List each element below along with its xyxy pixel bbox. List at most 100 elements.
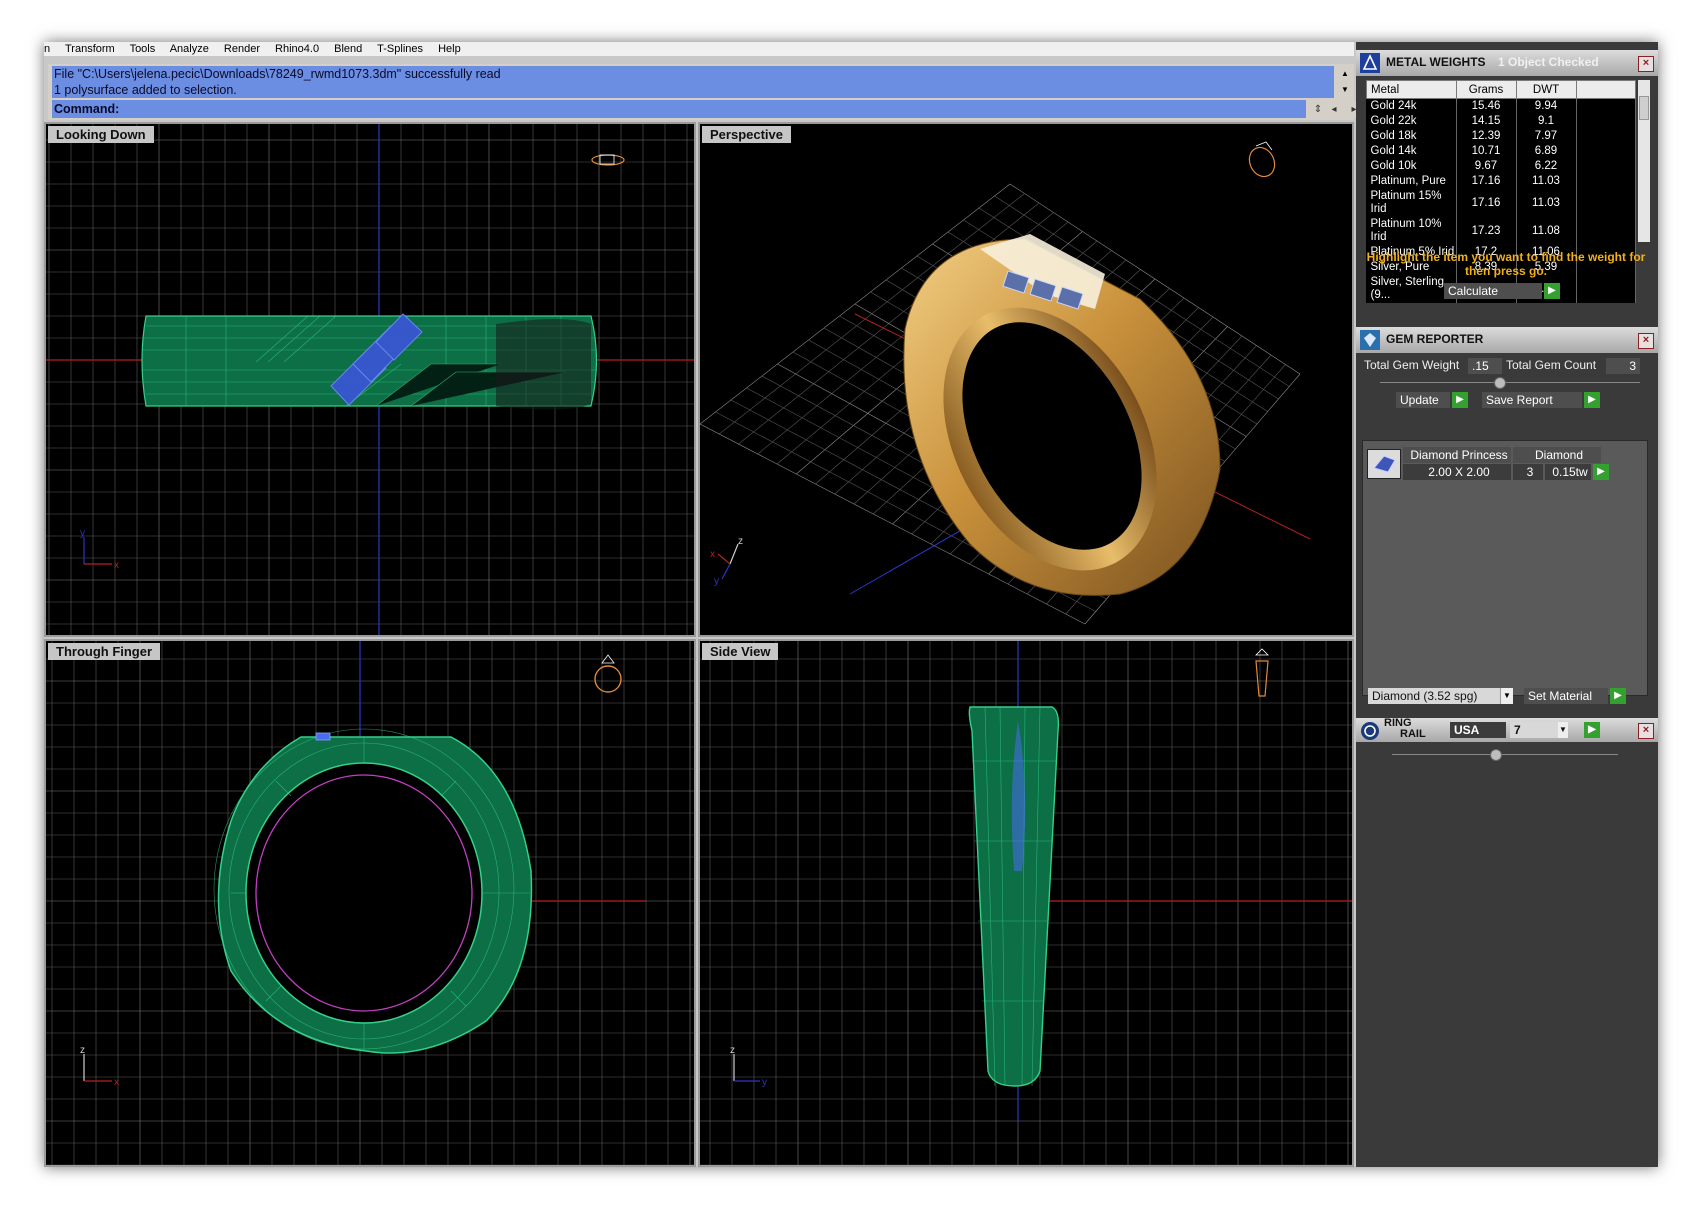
- viewport-side-view[interactable]: Side View z y: [698, 639, 1354, 1167]
- cell-blank: [1576, 189, 1636, 217]
- cell-blank: [1576, 174, 1636, 189]
- gem-reporter-icon: [1360, 330, 1380, 350]
- history-line: 1 polysurface added to selection.: [54, 83, 237, 97]
- command-input[interactable]: [128, 100, 1302, 120]
- scroll-left-icon[interactable]: ◂: [1326, 102, 1342, 118]
- gem-list: Diamond Princess Diamond 2.00 X 2.00 3 0…: [1362, 440, 1648, 696]
- viewport-canvas: z y: [700, 641, 1352, 1165]
- cell-grams: 14.15: [1456, 114, 1517, 129]
- viewport-through-finger[interactable]: Through Finger z x: [44, 639, 696, 1167]
- table-row[interactable]: Gold 10k 9.67 6.22: [1366, 159, 1636, 174]
- menu-item-rhino40[interactable]: Rhino4.0: [275, 43, 319, 55]
- column-header-metal[interactable]: Metal: [1366, 80, 1457, 99]
- cell-grams: 17.16: [1456, 174, 1517, 189]
- history-scrollbar[interactable]: ▲ ▼: [1338, 66, 1352, 98]
- viewport-canvas: z x y: [700, 141, 1311, 625]
- ring-thumbnail-icon: [591, 154, 625, 166]
- gem-go-button[interactable]: ▶: [1593, 464, 1609, 480]
- ring-rail-title: RING RAIL: [1384, 717, 1426, 740]
- close-icon[interactable]: ×: [1638, 56, 1654, 72]
- viewport-title[interactable]: Side View: [702, 643, 779, 660]
- viewport-title[interactable]: Through Finger: [48, 643, 161, 660]
- save-report-button[interactable]: Save Report: [1482, 392, 1582, 408]
- save-report-go-button[interactable]: ▶: [1584, 392, 1600, 408]
- set-material-button[interactable]: Set Material: [1524, 688, 1608, 704]
- table-row[interactable]: Gold 24k 15.46 9.94: [1366, 98, 1636, 114]
- ring-thumbnail-icon: [594, 654, 622, 693]
- cell-metal: Gold 10k: [1366, 159, 1457, 174]
- menu-item-tsplines[interactable]: T-Splines: [377, 43, 423, 55]
- close-icon[interactable]: ×: [1638, 333, 1654, 349]
- column-header-grams[interactable]: Grams: [1456, 80, 1517, 99]
- gem-thumbnail[interactable]: [1367, 449, 1401, 479]
- metal-weights-icon: [1360, 53, 1380, 73]
- update-button[interactable]: Update: [1396, 392, 1450, 408]
- cell-metal: Gold 24k: [1366, 98, 1457, 114]
- cell-metal: Platinum 10% Irid: [1366, 217, 1457, 245]
- metal-table-scrollbar[interactable]: [1638, 80, 1650, 242]
- calculate-select[interactable]: Calculate: [1444, 283, 1542, 299]
- table-row[interactable]: Gold 14k 10.71 6.89: [1366, 144, 1636, 159]
- cell-metal: Platinum 15% Irid: [1366, 189, 1457, 217]
- svg-text:y: y: [762, 1077, 767, 1088]
- viewport-title[interactable]: Looking Down: [48, 126, 154, 143]
- viewport-title[interactable]: Perspective: [702, 126, 791, 143]
- table-row[interactable]: Platinum, Pure 17.16 11.03: [1366, 174, 1636, 189]
- ring-top-wireframe: [141, 313, 598, 410]
- svg-text:z: z: [730, 1045, 735, 1056]
- ring-profile-wireframe: [213, 728, 533, 1054]
- cell-grams: 12.39: [1456, 129, 1517, 144]
- cell-dwt: 11.08: [1516, 217, 1577, 245]
- menu-item-tools[interactable]: Tools: [130, 43, 156, 55]
- cell-blank: [1576, 144, 1636, 159]
- menu-item-n[interactable]: n: [44, 43, 50, 55]
- ring-rail-icon: [1361, 722, 1379, 740]
- command-spinner[interactable]: ⇕: [1310, 102, 1326, 118]
- cell-dwt: 11.03: [1516, 174, 1577, 189]
- menu-item-transform[interactable]: Transform: [65, 43, 115, 55]
- chevron-down-icon[interactable]: ▼: [1558, 722, 1568, 738]
- cell-blank: [1576, 114, 1636, 129]
- chevron-down-icon[interactable]: ▼: [1500, 688, 1513, 704]
- menu-item-render[interactable]: Render: [224, 43, 260, 55]
- set-material-go-button[interactable]: ▶: [1610, 688, 1626, 704]
- calculate-go-button[interactable]: ▶: [1544, 283, 1560, 299]
- menu-item-analyze[interactable]: Analyze: [170, 43, 209, 55]
- svg-text:x: x: [710, 549, 715, 560]
- column-header-dwt[interactable]: DWT: [1516, 80, 1577, 99]
- ring-rail-go-button[interactable]: ▶: [1584, 722, 1600, 738]
- cell-dwt: 6.89: [1516, 144, 1577, 159]
- menu-bar: n Transform Tools Analyze Render Rhino4.…: [44, 42, 1354, 56]
- update-go-button[interactable]: ▶: [1452, 392, 1468, 408]
- axis-indicator: z y: [730, 1045, 767, 1088]
- cell-dwt: 6.22: [1516, 159, 1577, 174]
- gem-slider-knob[interactable]: [1494, 377, 1506, 389]
- viewport-looking-down[interactable]: Looking Down y x: [44, 122, 696, 637]
- svg-text:x: x: [114, 1077, 119, 1088]
- axis-indicator: z x y: [710, 536, 743, 587]
- cell-metal: Gold 14k: [1366, 144, 1457, 159]
- table-row[interactable]: Gold 18k 12.39 7.97: [1366, 129, 1636, 144]
- gem-slider-track: [1380, 382, 1640, 383]
- command-line: Command:: [52, 100, 1306, 120]
- viewport-perspective[interactable]: Perspective z x y: [698, 122, 1354, 637]
- close-icon[interactable]: ×: [1638, 723, 1654, 739]
- cell-dwt: 7.97: [1516, 129, 1577, 144]
- cell-metal: Gold 18k: [1366, 129, 1457, 144]
- total-gem-weight-label: Total Gem Weight: [1364, 358, 1460, 372]
- menu-item-help[interactable]: Help: [438, 43, 461, 55]
- rhino-window: n Transform Tools Analyze Render Rhino4.…: [44, 42, 1658, 1167]
- command-history: File "C:\Users\jelena.pecic\Downloads\78…: [52, 66, 1334, 98]
- history-line: File "C:\Users\jelena.pecic\Downloads\78…: [54, 67, 501, 81]
- ring-thumbnail-icon: [1248, 141, 1276, 178]
- table-row[interactable]: Gold 22k 14.15 9.1: [1366, 114, 1636, 129]
- menu-item-blend[interactable]: Blend: [334, 43, 362, 55]
- viewport-canvas: y x: [46, 124, 694, 635]
- table-row[interactable]: Platinum 10% Irid 17.23 11.08: [1366, 217, 1636, 245]
- total-gem-count-value: 3: [1606, 358, 1640, 374]
- material-select[interactable]: Diamond (3.52 spg): [1368, 688, 1512, 704]
- ring-rail-slider-knob[interactable]: [1490, 749, 1502, 761]
- metal-weights-title: METAL WEIGHTS: [1386, 55, 1486, 69]
- country-select[interactable]: USA: [1450, 722, 1506, 738]
- table-row[interactable]: Platinum 15% Irid 17.16 11.03: [1366, 189, 1636, 217]
